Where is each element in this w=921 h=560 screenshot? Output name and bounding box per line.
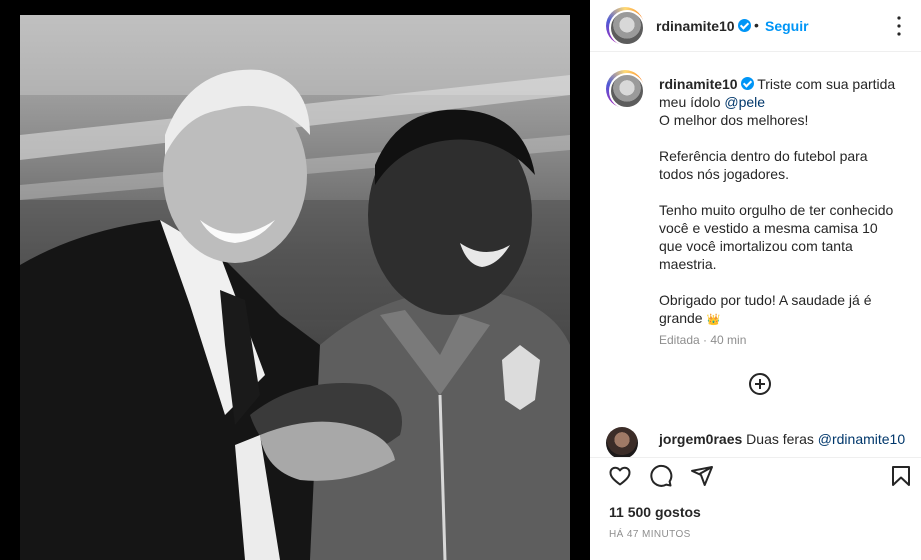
commenter-avatar[interactable]: [606, 427, 638, 457]
separator-dot: •: [754, 17, 759, 33]
post-actions: 11 500 gostos HÁ 47 MINUTOS: [590, 457, 921, 560]
post-timestamp[interactable]: HÁ 47 MINUTOS: [609, 529, 691, 540]
caption-username[interactable]: rdinamite10: [659, 76, 738, 92]
bookmark-icon[interactable]: [889, 464, 913, 488]
post-photo[interactable]: [20, 15, 570, 560]
post-caption: rdinamite10 Triste com sua partida meu í…: [659, 75, 899, 329]
caption-line: O melhor dos melhores!: [659, 112, 809, 128]
caption-line: Referência dentro do futebol para todos …: [659, 148, 868, 182]
author-avatar[interactable]: [606, 7, 645, 46]
caption-line: [659, 183, 899, 201]
caption-line: [659, 129, 899, 147]
comment-mention[interactable]: @rdinamite10: [818, 431, 905, 447]
verified-badge-icon: [740, 77, 754, 90]
comment-body: Duas feras: [746, 431, 818, 447]
post-header: rdinamite10 • Seguir: [590, 0, 921, 52]
commenter-username[interactable]: jorgem0raes: [659, 431, 742, 447]
follow-button[interactable]: Seguir: [765, 18, 809, 34]
add-circle-icon[interactable]: [748, 372, 772, 396]
crown-emoji-icon: 👑: [706, 314, 721, 326]
caption-meta: Editada · 40 min: [659, 333, 747, 347]
author-username-text[interactable]: rdinamite10: [656, 18, 735, 34]
caption-line: Tenho muito orgulho de ter conhecido voc…: [659, 202, 894, 272]
caption-area: rdinamite10 Triste com sua partida meu í…: [590, 52, 921, 457]
comment-icon[interactable]: [649, 464, 673, 488]
comment-text: jorgem0raes Duas feras @rdinamite10: [659, 430, 905, 448]
verified-badge-icon: [737, 19, 751, 32]
author-username[interactable]: rdinamite10: [656, 18, 751, 34]
photo-pane: [0, 0, 590, 560]
caption-line: Obrigado por tudo! A saudade já é grande: [659, 292, 872, 326]
share-icon[interactable]: [690, 464, 714, 488]
post-side-panel: rdinamite10 • Seguir rdinamite10 Triste …: [590, 0, 921, 560]
more-options-icon[interactable]: [887, 14, 911, 38]
caption-avatar[interactable]: [606, 70, 645, 109]
like-count[interactable]: 11 500 gostos: [609, 504, 701, 520]
comment-item: jorgem0raes Duas feras @rdinamite10: [606, 424, 906, 457]
caption-line: [659, 273, 899, 291]
caption-last-line: Obrigado por tudo! A saudade já é grande…: [659, 291, 899, 329]
caption-first-line: rdinamite10 Triste com sua partida meu í…: [659, 75, 899, 111]
heart-icon[interactable]: [608, 464, 632, 488]
caption-mention[interactable]: @pele: [724, 94, 765, 110]
photo-illustration: [20, 15, 570, 560]
